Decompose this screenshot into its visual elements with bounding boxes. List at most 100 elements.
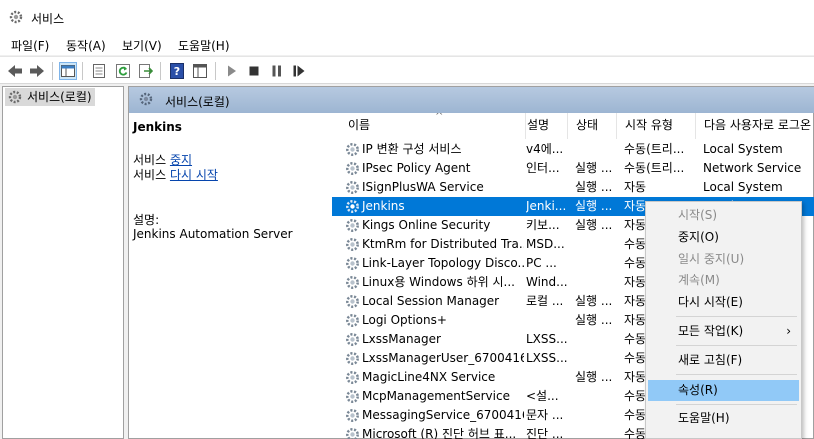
pause-icon[interactable] bbox=[268, 62, 286, 80]
service-gear-icon bbox=[345, 389, 360, 406]
description-cell: v4에... bbox=[526, 142, 564, 156]
menu-item-properties[interactable]: 속성(R) bbox=[648, 380, 799, 401]
service-name-text: Link-Layer Topology Disco... bbox=[362, 256, 524, 270]
service-name-text: IPsec Policy Agent bbox=[362, 161, 471, 175]
status-cell: 실행 ... bbox=[575, 161, 613, 175]
service-name-cell: Kings Online Security bbox=[344, 216, 524, 235]
description-cell: LXSS... bbox=[526, 332, 568, 346]
menu-view[interactable]: 보기(V) bbox=[122, 37, 162, 54]
column-header-status[interactable]: 상태 bbox=[568, 113, 617, 139]
toolbar-separator bbox=[52, 62, 53, 80]
view-icon[interactable] bbox=[191, 62, 209, 80]
toolbar-separator bbox=[82, 62, 83, 80]
export-icon[interactable] bbox=[137, 62, 155, 80]
window-title: 서비스 bbox=[31, 12, 65, 26]
console-tree-icon[interactable] bbox=[59, 62, 77, 80]
menu-separator bbox=[676, 316, 797, 317]
description-cell: 인터... bbox=[526, 161, 560, 175]
service-gear-icon bbox=[345, 427, 360, 439]
title-bar: 서비스 bbox=[0, 0, 814, 34]
service-gear-icon bbox=[345, 237, 360, 254]
toolbar-separator bbox=[215, 62, 216, 80]
menu-item-resume: 계속(M) bbox=[678, 273, 720, 287]
stop-icon[interactable] bbox=[245, 62, 263, 80]
refresh-icon[interactable] bbox=[114, 62, 132, 80]
logon-cell: Local System bbox=[703, 142, 783, 156]
selected-service-name: Jenkins bbox=[133, 120, 182, 134]
menu-item-stop[interactable]: 중지(O) bbox=[648, 227, 799, 248]
stop-prefix: 서비스 bbox=[133, 153, 170, 167]
pane-title: 서비스(로컬) bbox=[165, 95, 230, 109]
column-header-logon[interactable]: 다음 사용자로 로그온 bbox=[696, 113, 814, 139]
service-name-cell: MessagingService_67004161 bbox=[344, 406, 524, 425]
service-gear-icon bbox=[345, 199, 360, 216]
column-header-description[interactable]: 설명 bbox=[519, 113, 568, 139]
table-row[interactable]: IPsec Policy Agent 인터... 실행 ... 수동(트리... Net… bbox=[332, 159, 814, 178]
service-name-cell: Jenkins bbox=[344, 197, 524, 216]
menu-item-all-tasks-label: 모든 작업(K) bbox=[678, 324, 744, 338]
menu-item-help[interactable]: 도움말(H) bbox=[648, 408, 799, 429]
service-name-text: Kings Online Security bbox=[362, 218, 491, 232]
toolbar: ? bbox=[0, 56, 814, 84]
service-gear-icon bbox=[345, 332, 360, 349]
logon-cell: Network Service bbox=[703, 161, 802, 175]
startup-type-cell: 자동 bbox=[624, 180, 647, 194]
service-gear-icon bbox=[345, 294, 360, 311]
play-icon[interactable] bbox=[223, 62, 241, 80]
menu-item-start: 시작(S) bbox=[678, 208, 718, 222]
column-header-name[interactable]: ^ 이름 bbox=[340, 113, 526, 139]
logon-cell: Local System bbox=[703, 180, 783, 194]
service-name-cell: Logi Options+ bbox=[344, 311, 524, 330]
service-gear-icon bbox=[345, 275, 360, 292]
service-name-cell: KtmRm for Distributed Tra... bbox=[344, 235, 524, 254]
column-header-startup-type[interactable]: 시작 유형 bbox=[617, 113, 696, 139]
service-name-text: Linux용 Windows 하위 시... bbox=[362, 275, 515, 289]
menu-item-pause: 일시 중지(U) bbox=[678, 252, 745, 266]
service-gear-icon bbox=[345, 256, 360, 273]
service-name-text: LxssManager bbox=[362, 332, 441, 346]
service-name-text: KtmRm for Distributed Tra... bbox=[362, 237, 524, 251]
menu-item-restart[interactable]: 다시 시작(E) bbox=[648, 292, 799, 313]
service-name-cell: McpManagementService bbox=[344, 387, 524, 406]
service-gear-icon bbox=[345, 351, 360, 368]
menu-file[interactable]: 파일(F) bbox=[11, 37, 49, 54]
submenu-arrow-icon: › bbox=[786, 324, 791, 338]
console-tree: 서비스(로컬) bbox=[2, 86, 124, 439]
service-name-cell: MagicLine4NX Service bbox=[344, 368, 524, 387]
forward-arrow-icon[interactable] bbox=[28, 62, 46, 80]
startup-type-cell: 수동(트리... bbox=[624, 161, 685, 175]
description-label: 설명: bbox=[133, 213, 160, 227]
service-gear-icon bbox=[345, 218, 360, 235]
service-name-text: MagicLine4NX Service bbox=[362, 370, 496, 384]
restart-icon[interactable] bbox=[290, 62, 308, 80]
tree-item-services-local[interactable]: 서비스(로컬) bbox=[5, 88, 95, 106]
description-cell: <설... bbox=[526, 389, 559, 403]
service-name-text: Microsoft (R) 진단 허브 표... bbox=[362, 427, 517, 439]
service-name-text: MessagingService_67004161 bbox=[362, 408, 524, 422]
menu-item-refresh[interactable]: 새로 고침(F) bbox=[648, 350, 799, 371]
stop-service-link[interactable]: 중지 bbox=[170, 153, 192, 167]
back-arrow-icon[interactable] bbox=[6, 62, 24, 80]
tree-item-label: 서비스(로컬) bbox=[27, 90, 92, 104]
service-gear-icon bbox=[345, 370, 360, 387]
help-icon[interactable]: ? bbox=[168, 62, 186, 80]
service-name-cell: Microsoft (R) 진단 허브 표... bbox=[344, 425, 524, 439]
menu-separator bbox=[676, 345, 797, 346]
service-gear-icon bbox=[345, 161, 360, 178]
properties-icon[interactable] bbox=[90, 62, 108, 80]
service-name-text: LxssManagerUser_67004161 bbox=[362, 351, 524, 365]
status-cell: 실행 ... bbox=[575, 218, 613, 232]
description-cell: PC ... bbox=[526, 256, 557, 270]
menu-action[interactable]: 동작(A) bbox=[66, 37, 106, 54]
table-row[interactable]: IP 변환 구성 서비스 v4에... 수동(트리... Local System bbox=[332, 140, 814, 159]
service-gear-icon bbox=[345, 180, 360, 197]
description-cell: Wind... bbox=[526, 275, 568, 289]
startup-type-cell: 수동(트리... bbox=[624, 142, 685, 156]
service-gear-icon bbox=[345, 313, 360, 330]
menu-item-all-tasks[interactable]: 모든 작업(K) › bbox=[648, 321, 799, 342]
menu-help[interactable]: 도움말(H) bbox=[178, 37, 230, 54]
description-cell: 진단 ... bbox=[526, 427, 564, 439]
table-row[interactable]: ISignPlusWA Service 실행 ... 자동 Local System bbox=[332, 178, 814, 197]
menu-separator bbox=[676, 374, 797, 375]
restart-service-link[interactable]: 다시 시작 bbox=[170, 168, 218, 182]
